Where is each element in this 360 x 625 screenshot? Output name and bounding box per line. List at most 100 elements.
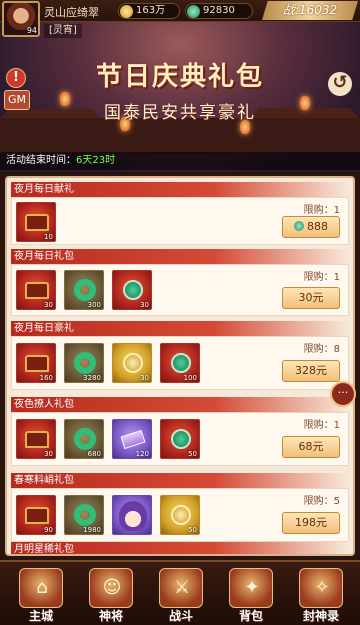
nav-label: 主城 <box>28 609 53 623</box>
main-city-icon: ⌂ <box>19 568 63 608</box>
price-label: 888 <box>307 220 328 233</box>
gm-button[interactable]: GM <box>4 90 30 110</box>
purchase-limit: 限购：1 <box>303 205 340 216</box>
gold-amount: 163万 <box>136 5 166 16</box>
pack-section: 月明星稀礼包 <box>11 542 349 554</box>
pack-title: 夜月每日礼包 <box>11 249 349 264</box>
nav-label: 背包 <box>238 609 263 623</box>
pack-title: 夜色撩人礼包 <box>11 397 349 412</box>
bottom-nav: ⌂ 主城 ☺ 神将 ⚔ 战斗 ✦ 背包 ✧ 封神录 <box>0 560 360 625</box>
top-bar: 灵山应绮翠 163万 92830 战:16032 <box>0 0 360 22</box>
nav-label: 战斗 <box>168 609 193 623</box>
chest-icon <box>25 282 49 299</box>
chest-icon <box>25 355 49 372</box>
jade-icon <box>294 221 304 231</box>
item-count: 100 <box>183 374 197 382</box>
nav-main-city[interactable]: ⌂ 主城 <box>8 566 74 625</box>
chest-icon <box>25 507 49 524</box>
avatar[interactable]: 94 <box>2 1 40 37</box>
combat-power: 战:16032 <box>262 1 358 20</box>
pack-title: 夜月每日豪礼 <box>11 321 349 336</box>
purchase-limit: 限购：1 <box>303 272 340 283</box>
crossed-swords-icon: ⚔ <box>159 568 203 608</box>
pack-item[interactable]: 90 <box>16 495 56 535</box>
pack-item[interactable]: 50 <box>160 419 200 459</box>
alert-icon[interactable]: ! <box>6 68 26 88</box>
buy-button[interactable]: 68元 <box>282 436 340 458</box>
item-count: 120 <box>135 450 149 458</box>
item-count: 50 <box>188 526 197 534</box>
purchase-limit: 限购：5 <box>303 496 340 507</box>
pack-item[interactable]: 300 <box>64 270 104 310</box>
jade-medal-icon <box>171 353 191 373</box>
chat-button[interactable]: ··· <box>330 381 356 407</box>
item-count: 3280 <box>83 374 101 382</box>
item-count: 680 <box>87 450 101 458</box>
jade-icon <box>187 5 200 18</box>
player-name: 灵山应绮翠 <box>44 6 99 19</box>
pack-item[interactable]: 160 <box>16 343 56 383</box>
item-count: 30 <box>140 374 149 382</box>
nav-label: 神将 <box>98 609 123 623</box>
buy-button[interactable]: 888 <box>282 216 340 238</box>
pack-item[interactable]: 30 <box>16 270 56 310</box>
pack-section: 夜月每日礼包 30 300 30 限购：1 30元 <box>11 249 349 316</box>
nav-battle[interactable]: ⚔ 战斗 <box>148 566 214 625</box>
purple-bar-icon <box>120 429 146 450</box>
pack-item[interactable]: 120 <box>112 419 152 459</box>
item-count: 160 <box>39 374 53 382</box>
event-banner: 节日庆典礼包 国泰民安共享豪礼 ! GM ↺ <box>0 22 360 172</box>
gold-coin-icon <box>120 5 133 18</box>
pack-item[interactable]: 30 <box>112 343 152 383</box>
purchase-limit: 限购：1 <box>303 420 340 431</box>
pack-item[interactable]: 30 <box>16 419 56 459</box>
jade-currency[interactable]: 92830 <box>185 3 253 19</box>
gold-medal-icon <box>171 505 191 525</box>
timer-value: 6天23时 <box>76 155 116 166</box>
item-count: 300 <box>87 301 101 309</box>
chest-icon <box>25 214 49 231</box>
pack-list[interactable]: 夜月每日献礼 10 限购：1 888 夜月每日礼包 30 300 30 限购：1… <box>5 176 355 556</box>
bag-icon: ✦ <box>229 568 273 608</box>
buy-button[interactable]: 30元 <box>282 287 340 309</box>
jade-ring-icon <box>74 428 96 450</box>
pack-item[interactable]: 100 <box>160 343 200 383</box>
purchase-limit: 限购：8 <box>303 344 340 355</box>
nav-heroes[interactable]: ☺ 神将 <box>78 566 144 625</box>
item-count: 50 <box>188 450 197 458</box>
pack-item[interactable]: 1980 <box>64 495 104 535</box>
buy-button[interactable]: 328元 <box>282 360 340 382</box>
player-level: 94 <box>26 26 37 35</box>
nav-deity-record[interactable]: ✧ 封神录 <box>288 566 354 625</box>
gold-currency[interactable]: 163万 <box>118 3 180 19</box>
item-count: 30 <box>44 450 53 458</box>
pack-title: 春寒料峭礼包 <box>11 473 349 488</box>
price-label: 198元 <box>295 516 327 529</box>
jade-ring-icon <box>74 279 96 301</box>
jade-ring-icon <box>74 504 96 526</box>
back-button[interactable]: ↺ <box>328 72 352 96</box>
buy-button[interactable]: 198元 <box>282 512 340 534</box>
guild-tag: [灵宵] <box>44 24 82 38</box>
banner-subtitle: 国泰民安共享豪礼 <box>104 103 256 123</box>
nav-bag[interactable]: ✦ 背包 <box>218 566 284 625</box>
deity-record-icon: ✧ <box>299 568 343 608</box>
pack-title: 月明星稀礼包 <box>11 542 349 554</box>
hero-icon: ☺ <box>89 568 133 608</box>
pack-item[interactable]: 3280 <box>64 343 104 383</box>
item-count: 1980 <box>83 526 101 534</box>
pack-item[interactable]: 30 <box>112 270 152 310</box>
pack-item[interactable]: 10 <box>16 202 56 242</box>
pack-section: 夜月每日豪礼 160 3280 30 100 限购：8 328元 <box>11 321 349 390</box>
price-label: 30元 <box>298 291 324 304</box>
pack-item[interactable]: 680 <box>64 419 104 459</box>
item-count: 10 <box>44 233 53 241</box>
event-timer: 活动结束时间：6天23时 <box>0 152 360 170</box>
pack-section: 春寒料峭礼包 90 1980 50 限购：5 198元 <box>11 473 349 542</box>
jade-amount: 92830 <box>203 5 235 16</box>
price-label: 328元 <box>295 364 327 377</box>
nav-label: 封神录 <box>302 609 339 623</box>
pack-item[interactable]: 50 <box>160 495 200 535</box>
pack-item[interactable] <box>112 495 152 535</box>
item-count: 90 <box>44 526 53 534</box>
